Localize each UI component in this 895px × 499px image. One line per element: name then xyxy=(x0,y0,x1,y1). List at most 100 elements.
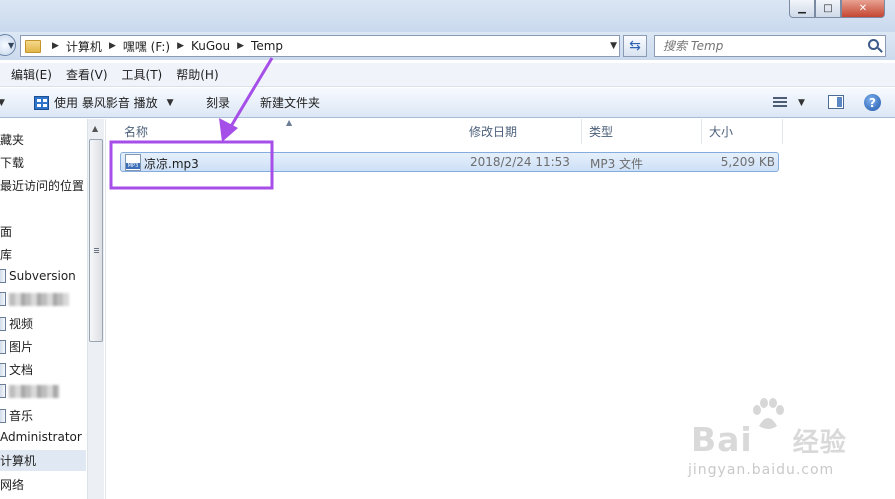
library-icon xyxy=(0,316,6,331)
nav-scrollbar[interactable]: ▲ xyxy=(87,119,104,499)
table-row[interactable]: 凉凉.mp3 2018/2/24 11:53 MP3 文件 5,209 KB xyxy=(120,152,779,172)
library-icon xyxy=(0,339,6,354)
library-icon xyxy=(0,292,6,306)
menu-help[interactable]: 帮助(H) xyxy=(176,66,218,83)
search-box[interactable] xyxy=(654,35,886,57)
chevron-right-icon[interactable]: ▶ xyxy=(237,41,244,51)
media-player-icon xyxy=(34,95,49,110)
chevron-down-icon[interactable]: ▼ xyxy=(167,98,174,108)
column-label: 类型 xyxy=(589,125,614,139)
nav-label: Subversion xyxy=(9,269,76,283)
column-header-size[interactable]: 大小 xyxy=(702,119,783,144)
nav-item-pictures[interactable]: 图片 xyxy=(0,338,33,355)
refresh-button[interactable]: ⇆ xyxy=(623,35,647,57)
column-header-modified[interactable]: 修改日期 xyxy=(462,119,582,144)
nav-item-videos[interactable]: 视频 xyxy=(0,315,33,332)
nav-label: 下载 xyxy=(0,156,25,170)
nav-item-libraries[interactable]: 库 xyxy=(0,246,12,263)
file-name: 凉凉.mp3 xyxy=(144,157,199,171)
search-icon[interactable] xyxy=(868,39,879,50)
library-icon xyxy=(0,384,6,398)
address-row: ▼ ▶ 计算机 ▶ 嘿嘿 (F:) ▶ KuGou ▶ Temp ▼ ⇆ xyxy=(0,32,895,60)
chevron-right-icon[interactable]: ▶ xyxy=(177,41,184,51)
open-with-button[interactable]: 使用 暴风影音 播放 ▼ xyxy=(34,94,174,111)
recent-pages-dropdown-icon[interactable]: ▼ xyxy=(8,41,14,50)
nav-item-desktop[interactable]: 面 xyxy=(0,223,12,240)
nav-label: Administrator xyxy=(0,430,82,444)
chevron-right-icon[interactable]: ▶ xyxy=(109,41,116,51)
nav-item-favorites[interactable]: 藏夹 xyxy=(0,131,24,148)
file-size: 5,209 KB xyxy=(720,155,775,169)
command-bar: ▼ 使用 暴风影音 播放 ▼ 刻录 新建文件夹 ▼ ? xyxy=(0,88,895,118)
nav-item-downloads[interactable]: 下载 xyxy=(0,154,24,171)
column-label: 大小 xyxy=(709,125,734,139)
new-folder-label: 新建文件夹 xyxy=(260,96,321,110)
chevron-right-icon[interactable]: ▶ xyxy=(52,41,59,51)
title-bar: ▁ □ ✕ xyxy=(0,0,895,32)
watermark: Bai 经验 jingyan.baidu.com xyxy=(688,398,888,488)
library-icon xyxy=(0,269,6,283)
nav-label: 面 xyxy=(0,225,13,239)
nav-label: 音乐 xyxy=(9,409,34,423)
nav-item-blurred-1[interactable] xyxy=(0,292,69,306)
menu-bar: 编辑(E) 查看(V) 工具(T) 帮助(H) xyxy=(0,63,895,87)
burn-label: 刻录 xyxy=(206,96,231,110)
menu-edit[interactable]: 编辑(E) xyxy=(11,66,52,83)
breadcrumb-drive[interactable]: 嘿嘿 (F:) xyxy=(123,38,170,55)
new-folder-button[interactable]: 新建文件夹 xyxy=(260,94,320,111)
menu-tools[interactable]: 工具(T) xyxy=(122,66,163,83)
nav-label: 文档 xyxy=(9,363,34,377)
folder-icon xyxy=(25,39,41,53)
column-header-type[interactable]: 类型 xyxy=(582,119,702,144)
sort-ascending-icon: ▲ xyxy=(286,118,293,127)
nav-label: 计算机 xyxy=(0,454,37,468)
nav-label: 最近访问的位置 xyxy=(0,179,85,193)
nav-label: 图片 xyxy=(9,340,34,354)
search-input[interactable] xyxy=(663,39,853,53)
blurred-label xyxy=(9,384,59,398)
nav-item-subversion[interactable]: Subversion xyxy=(0,269,76,283)
nav-label: 视频 xyxy=(9,317,34,331)
refresh-icon: ⇆ xyxy=(629,38,641,54)
nav-label: 藏夹 xyxy=(0,133,25,147)
burn-button[interactable]: 刻录 xyxy=(206,94,230,111)
menu-view[interactable]: 查看(V) xyxy=(66,66,108,83)
column-label: 名称 xyxy=(124,125,149,139)
help-icon[interactable]: ? xyxy=(864,94,881,111)
mp3-file-icon xyxy=(125,154,141,171)
open-with-label: 使用 暴风影音 播放 xyxy=(54,96,158,110)
maximize-button[interactable]: □ xyxy=(815,0,841,18)
file-type: MP3 文件 xyxy=(590,157,644,171)
address-bar[interactable]: ▶ 计算机 ▶ 嘿嘿 (F:) ▶ KuGou ▶ Temp ▼ xyxy=(20,35,620,57)
column-label: 修改日期 xyxy=(469,125,518,139)
watermark-brand: Bai 经验 xyxy=(691,420,847,459)
address-dropdown-icon[interactable]: ▼ xyxy=(610,41,617,51)
breadcrumb-kugou[interactable]: KuGou xyxy=(191,39,230,53)
minimize-button[interactable]: ▁ xyxy=(789,0,815,18)
nav-item-blurred-2[interactable] xyxy=(0,384,59,398)
window-controls: ▁ □ ✕ xyxy=(789,0,885,18)
breadcrumb-temp[interactable]: Temp xyxy=(251,39,283,53)
watermark-url: jingyan.baidu.com xyxy=(688,462,835,478)
nav-item-administrator[interactable]: Administrator xyxy=(0,430,82,444)
close-button[interactable]: ✕ xyxy=(841,0,885,18)
scroll-up-icon[interactable]: ▲ xyxy=(92,124,98,133)
chevron-down-icon[interactable]: ▼ xyxy=(798,98,805,108)
nav-label: 网络 xyxy=(0,478,25,492)
nav-item-recent[interactable]: 最近访问的位置 xyxy=(0,177,84,194)
scrollbar-thumb[interactable] xyxy=(89,139,103,342)
blurred-label xyxy=(9,292,69,306)
nav-item-documents[interactable]: 文档 xyxy=(0,361,33,378)
navigation-pane: 藏夹 下载 最近访问的位置 面 库 Subversion 视频 图片 文档 音乐… xyxy=(0,119,86,499)
view-options-icon[interactable] xyxy=(773,97,787,108)
nav-item-computer[interactable]: 计算机 xyxy=(0,450,86,471)
grip-icon xyxy=(94,248,99,254)
library-icon xyxy=(0,362,6,377)
nav-item-network[interactable]: 网络 xyxy=(0,476,24,493)
preview-pane-icon[interactable] xyxy=(828,95,844,109)
organize-dropdown-icon[interactable]: ▼ xyxy=(0,98,5,108)
library-icon xyxy=(0,408,6,423)
nav-item-music[interactable]: 音乐 xyxy=(0,407,33,424)
file-modified: 2018/2/24 11:53 xyxy=(470,155,570,169)
breadcrumb-computer[interactable]: 计算机 xyxy=(66,38,102,55)
